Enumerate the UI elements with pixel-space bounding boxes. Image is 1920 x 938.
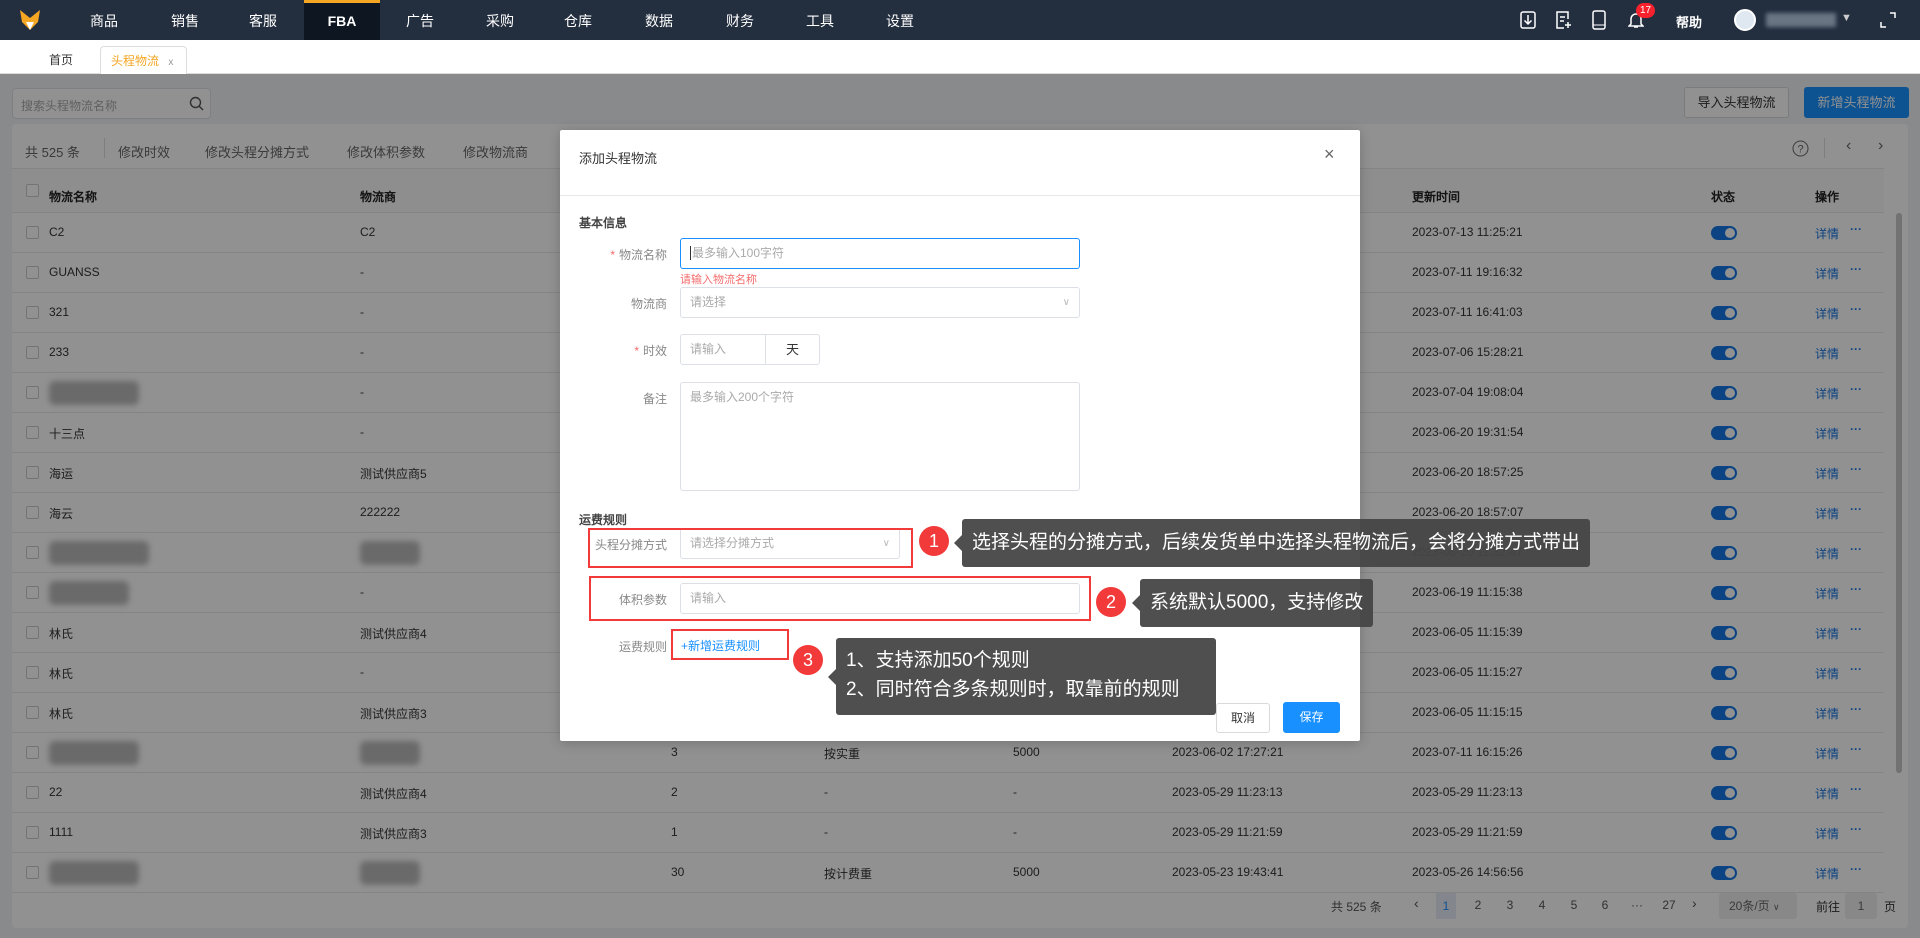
logo-fox-icon[interactable] bbox=[18, 8, 42, 32]
nav-item[interactable]: 商品 bbox=[90, 0, 118, 40]
nav-item[interactable]: 采购 bbox=[486, 0, 514, 40]
help-link[interactable]: 帮助 bbox=[1676, 12, 1702, 31]
chevron-down-icon: ∨ bbox=[1062, 297, 1070, 308]
section-basic-info: 基本信息 bbox=[579, 216, 628, 230]
mobile-icon[interactable] bbox=[1592, 10, 1606, 30]
carrier-placeholder: 请选择 bbox=[690, 295, 727, 309]
remark-textarea[interactable]: 最多输入200个字符 bbox=[680, 382, 1080, 491]
close-icon[interactable]: × bbox=[1324, 144, 1335, 165]
highlight-volume-param bbox=[589, 576, 1091, 621]
nav-item[interactable]: FBA bbox=[304, 0, 380, 40]
page-tabs: 首页 头程物流 x bbox=[0, 40, 1920, 74]
annotation-tooltip-2: 系统默认5000，支持修改 bbox=[1131, 579, 1374, 627]
tooltip-line: 2、同时符合多条规则时，取靠前的规则 bbox=[846, 679, 1180, 700]
tab-first-mile-logistics[interactable]: 头程物流 x bbox=[100, 46, 187, 74]
document-add-icon[interactable] bbox=[1556, 11, 1572, 29]
notification-badge: 17 bbox=[1636, 3, 1656, 18]
tooltip-line: 1、支持添加50个规则 bbox=[846, 650, 1030, 671]
top-nav: 商品 销售 客服 FBA 广告 采购 仓库 数据 财务 工具 设置 17 帮助 ▼ bbox=[0, 0, 1920, 40]
download-icon[interactable] bbox=[1520, 11, 1536, 29]
nav-item[interactable]: 工具 bbox=[806, 0, 834, 40]
name-error: 请输入物流名称 bbox=[680, 274, 757, 286]
fullscreen-icon[interactable] bbox=[1880, 12, 1896, 28]
annotation-marker-1: 1 bbox=[919, 526, 949, 556]
carrier-label: 物流商 bbox=[630, 297, 667, 311]
nav-item[interactable]: 仓库 bbox=[564, 0, 592, 40]
annotation-tooltip-3: 1、支持添加50个规则 2、同时符合多条规则时，取靠前的规则 bbox=[828, 638, 1216, 715]
remark-placeholder: 最多输入200个字符 bbox=[690, 390, 795, 404]
nav-item[interactable]: 设置 bbox=[886, 0, 914, 40]
section-freight-rules: 运费规则 bbox=[579, 513, 628, 527]
nav-item[interactable]: 财务 bbox=[726, 0, 754, 40]
rule-label: 运费规则 bbox=[618, 640, 667, 654]
name-placeholder: 最多输入100字符 bbox=[690, 246, 785, 260]
dialog-title: 添加头程物流 bbox=[579, 151, 658, 166]
time-unit: 天 bbox=[765, 335, 819, 364]
highlight-add-rule bbox=[671, 629, 789, 660]
username-blurred[interactable] bbox=[1766, 13, 1836, 27]
nav-item[interactable]: 客服 bbox=[249, 0, 277, 40]
avatar[interactable] bbox=[1734, 9, 1756, 31]
caret-down-icon[interactable]: ▼ bbox=[1841, 12, 1852, 24]
name-label: 物流名称 bbox=[618, 248, 667, 262]
nav-item[interactable]: 数据 bbox=[645, 0, 673, 40]
annotation-marker-3: 3 bbox=[793, 645, 823, 675]
tab-home[interactable]: 首页 bbox=[49, 46, 73, 74]
time-label: 时效 bbox=[642, 344, 667, 358]
close-tab-icon[interactable]: x bbox=[168, 57, 173, 68]
remark-label: 备注 bbox=[642, 392, 667, 406]
annotation-tooltip-1: 选择头程的分摊方式，后续发货单中选择头程物流后，会将分摊方式带出 bbox=[953, 519, 1591, 567]
nav-item[interactable]: 广告 bbox=[406, 0, 434, 40]
annotation-marker-2: 2 bbox=[1096, 587, 1126, 617]
nav-item[interactable]: 销售 bbox=[171, 0, 199, 40]
time-input[interactable]: 请输入 bbox=[690, 335, 726, 364]
cancel-button[interactable]: 取消 bbox=[1216, 703, 1270, 733]
save-button[interactable]: 保存 bbox=[1283, 702, 1340, 733]
logistics-name-input[interactable]: 最多输入100字符 bbox=[680, 238, 1080, 269]
carrier-select[interactable]: 请选择 ∨ bbox=[680, 287, 1080, 318]
time-input-group: 请输入 天 bbox=[680, 334, 820, 365]
highlight-split-method bbox=[588, 528, 913, 568]
tab-label: 头程物流 bbox=[111, 54, 160, 68]
